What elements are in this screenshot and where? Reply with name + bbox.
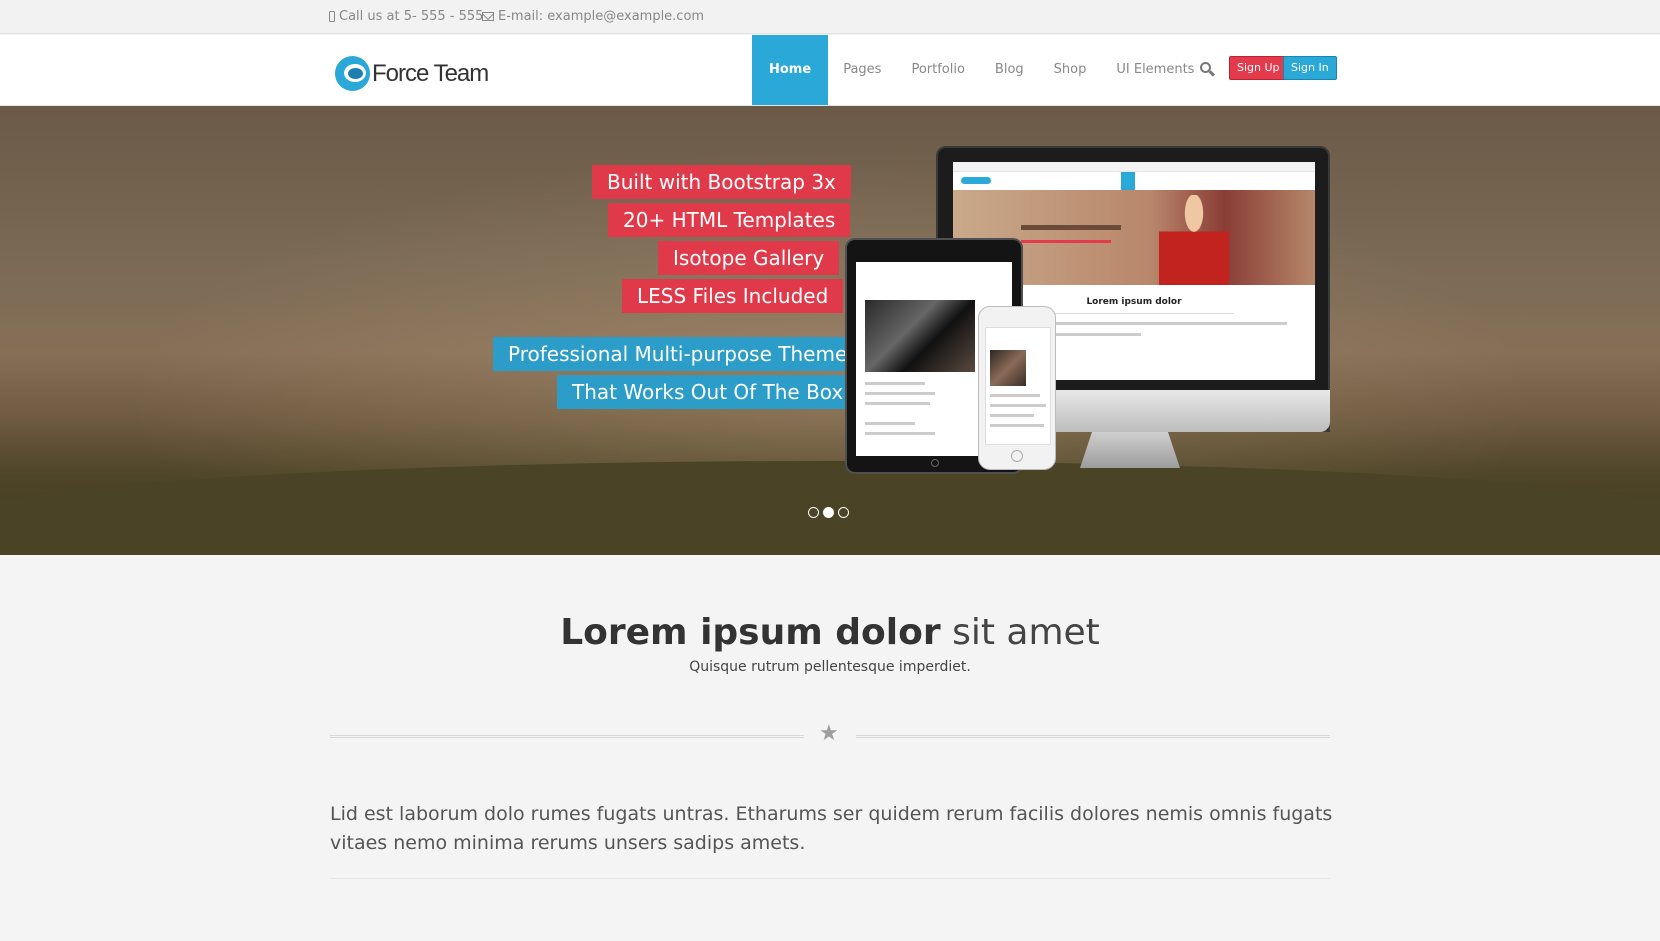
preview-meeting-photo	[990, 350, 1026, 386]
site-header: Force Team Home Pages Portfolio Blog Sho…	[0, 35, 1660, 106]
phone-text: Call us at 5- 555 - 555	[339, 9, 484, 24]
star-icon: ★	[819, 721, 839, 746]
section-bottom-divider	[330, 878, 1330, 879]
divider-left	[330, 735, 804, 738]
sign-up-button[interactable]: Sign Up	[1229, 56, 1288, 80]
logo[interactable]: Force Team	[335, 56, 489, 91]
slider-dot-1[interactable]	[808, 507, 819, 518]
iphone-mockup	[978, 306, 1056, 470]
top-contact-bar: Call us at 5- 555 - 555 E-mail: example@…	[0, 0, 1660, 34]
preview-model-image	[1159, 195, 1229, 285]
section-subtitle: Quisque rutrum pellentesque imperdiet.	[689, 659, 971, 675]
logo-mark-icon	[335, 56, 370, 91]
phone-contact: Call us at 5- 555 - 555	[329, 9, 483, 24]
slider-pagination	[808, 507, 849, 518]
feature-tag-templates: 20+ HTML Templates	[608, 203, 851, 237]
email-text[interactable]: E-mail: example@example.com	[498, 9, 704, 24]
search-icon[interactable]	[1200, 62, 1216, 78]
section-title-light: sit amet	[952, 612, 1100, 653]
section-title-bold: Lorem ipsum dolor	[560, 612, 941, 653]
nav-item-portfolio[interactable]: Portfolio	[896, 35, 979, 105]
main-nav: Home Pages Portfolio Blog Shop UI Elemen…	[752, 35, 1209, 105]
intro-paragraph: Lid est laborum dolo rumes fugats untras…	[330, 803, 1333, 854]
imac-stand	[1080, 432, 1180, 468]
feature-tag-isotope: Isotope Gallery	[658, 241, 840, 275]
feature-tag-bootstrap: Built with Bootstrap 3x	[592, 165, 851, 199]
nav-item-shop[interactable]: Shop	[1039, 35, 1102, 105]
slider-dot-2[interactable]	[823, 507, 834, 518]
iphone-screen-preview	[985, 327, 1051, 445]
phone-icon	[329, 11, 335, 22]
section-title: Lorem ipsum dolor sit amet	[0, 612, 1660, 653]
slider-dot-3[interactable]	[838, 507, 849, 518]
tagline-works: That Works Out Of The Box	[557, 375, 859, 409]
envelope-icon	[482, 12, 494, 21]
nav-item-blog[interactable]: Blog	[980, 35, 1039, 105]
preview-office-photo	[865, 300, 975, 372]
email-contact[interactable]: E-mail: example@example.com	[482, 9, 704, 24]
nav-item-pages[interactable]: Pages	[828, 35, 896, 105]
feature-tag-less: LESS Files Included	[622, 279, 844, 313]
sign-in-button[interactable]: Sign In	[1283, 56, 1337, 80]
nav-item-home[interactable]: Home	[752, 35, 829, 105]
tagline-professional: Professional Multi-purpose Theme	[493, 337, 863, 371]
divider-right	[856, 735, 1330, 738]
nav-item-ui-elements[interactable]: UI Elements	[1101, 35, 1209, 105]
logo-text: Force Team	[372, 59, 489, 87]
